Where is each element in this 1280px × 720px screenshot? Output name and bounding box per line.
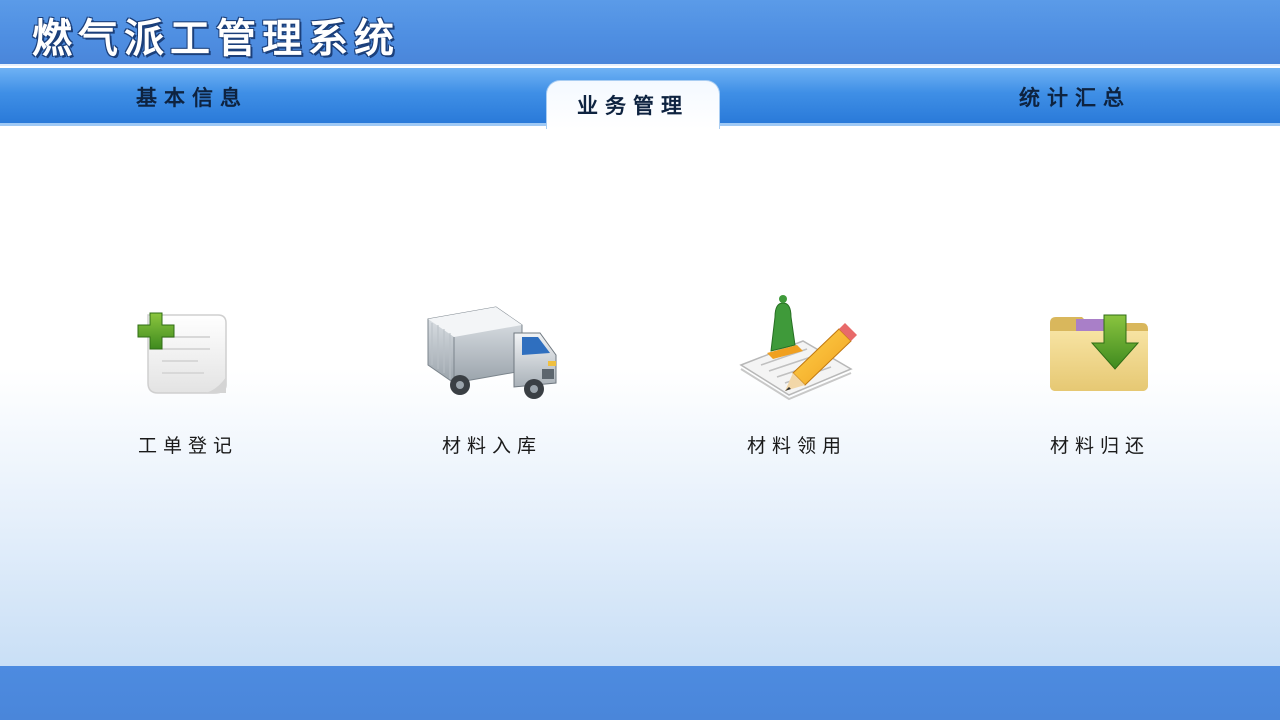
material-stock-in-button[interactable]: 材料入库 [392,129,592,489]
material-requisition-label: 材料领用 [746,435,847,457]
pencil-edit-icon [739,295,857,401]
tab-basic-info[interactable]: 基本信息 [92,68,292,126]
truck-icon [427,306,557,399]
footer-bar [0,666,1280,720]
nav-bar: 基本信息 业务管理 统计汇总 [0,68,1280,129]
material-requisition-button[interactable]: 材料领用 [697,129,897,489]
app-title: 燃气派工管理系统 [32,16,400,62]
title-bar: 燃气派工管理系统 [0,0,1280,66]
work-order-register-button[interactable]: 工单登记 [88,129,288,489]
tab-statistics-summary[interactable]: 统计汇总 [975,68,1175,126]
folder-download-icon [1050,314,1148,391]
main-content: 工单登记 材料入库 材料领用 材料归还 [0,129,1280,666]
material-stock-in-label: 材料入库 [441,435,542,457]
material-return-button[interactable]: 材料归还 [1000,129,1200,489]
work-order-register-label: 工单登记 [137,435,238,457]
add-document-icon [137,312,227,394]
material-return-label: 材料归还 [1049,435,1150,457]
tab-business-management[interactable]: 业务管理 [546,80,720,129]
